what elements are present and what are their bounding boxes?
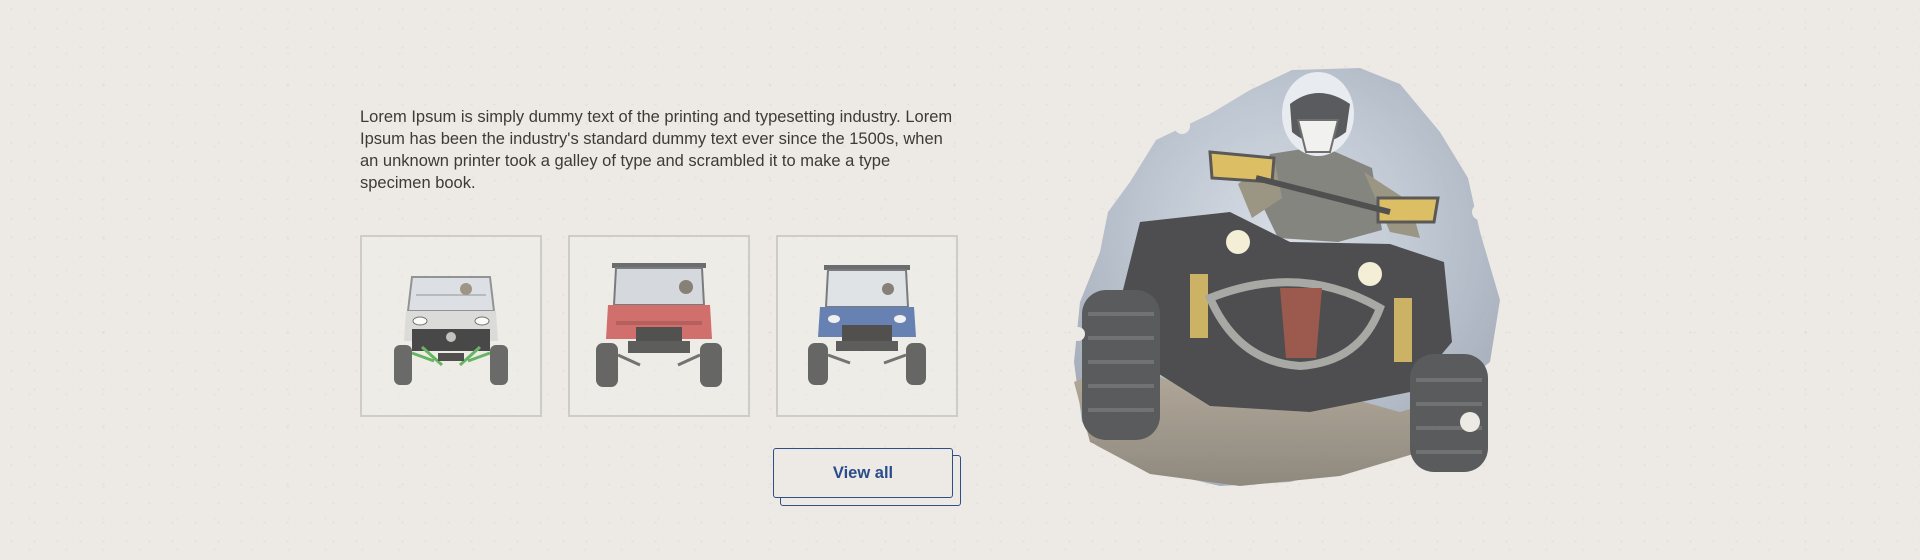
utv-red-icon [596,263,722,387]
vehicle-card-2[interactable] [568,235,750,417]
atv-rider-photo [1071,68,1513,492]
vehicle-card-1[interactable] [360,235,542,417]
view-all-button[interactable]: View all [773,448,953,498]
utv-white-icon [394,276,508,385]
intro-text: Lorem Ipsum is simply dummy text of the … [360,108,953,192]
vehicle-card-3[interactable] [776,235,958,417]
utv-blue-icon [808,265,926,385]
